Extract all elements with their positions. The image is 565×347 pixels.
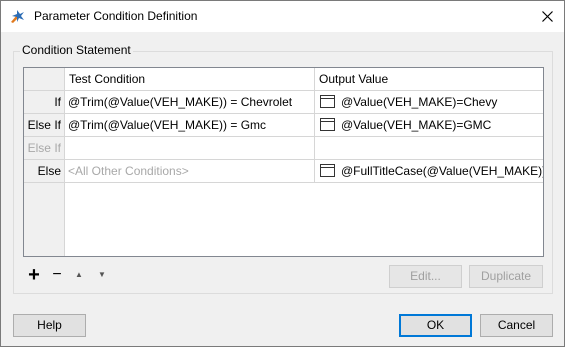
parameter-condition-dialog: Parameter Condition Definition Condition… <box>0 0 565 347</box>
row-label-else-if-new: Else If <box>24 137 64 160</box>
output-value-header[interactable]: Output Value <box>315 68 543 91</box>
value-editor-icon[interactable] <box>320 118 335 132</box>
cancel-button[interactable]: Cancel <box>480 314 553 337</box>
test-condition-cell[interactable]: @Trim(@Value(VEH_MAKE)) = Chevrolet <box>65 91 315 114</box>
output-value-cell[interactable]: @FullTitleCase(@Value(VEH_MAKE)) <box>315 160 543 183</box>
help-button[interactable]: Help <box>13 314 86 337</box>
condition-grid[interactable]: Test Condition Output Value If @Trim(@Va… <box>23 67 544 257</box>
test-condition-cell[interactable]: @Trim(@Value(VEH_MAKE)) = Gmc <box>65 114 315 137</box>
output-value-cell-empty[interactable] <box>315 137 543 160</box>
close-icon <box>541 11 553 22</box>
duplicate-button[interactable]: Duplicate <box>469 265 543 288</box>
fme-app-icon <box>9 8 26 25</box>
output-value-text: @FullTitleCase(@Value(VEH_MAKE)) <box>341 164 543 178</box>
test-condition-cell-empty[interactable] <box>65 137 315 160</box>
group-label: Condition Statement <box>20 43 133 57</box>
all-other-conditions-cell: <All Other Conditions> <box>65 160 315 183</box>
output-value-text: @Value(VEH_MAKE)=Chevy <box>341 95 498 109</box>
row-label-else: Else <box>24 160 64 183</box>
edit-button[interactable]: Edit... <box>389 265 462 288</box>
value-editor-icon[interactable] <box>320 164 335 178</box>
output-value-text: @Value(VEH_MAKE)=GMC <box>341 118 492 132</box>
move-up-button[interactable]: ▲ <box>69 265 89 285</box>
add-row-button[interactable]: + <box>24 265 44 285</box>
move-down-button[interactable]: ▼ <box>92 265 112 285</box>
remove-row-button[interactable]: − <box>47 265 67 285</box>
close-button[interactable] <box>530 1 564 32</box>
value-editor-icon[interactable] <box>320 95 335 109</box>
row-label-else-if: Else If <box>24 114 64 137</box>
test-condition-header[interactable]: Test Condition <box>65 68 315 91</box>
title-bar: Parameter Condition Definition <box>1 1 564 32</box>
corner-header <box>24 68 65 91</box>
output-value-cell[interactable]: @Value(VEH_MAKE)=GMC <box>315 114 543 137</box>
row-label-if: If <box>24 91 64 114</box>
ok-button[interactable]: OK <box>399 314 472 337</box>
window-title: Parameter Condition Definition <box>34 9 198 23</box>
output-value-cell[interactable]: @Value(VEH_MAKE)=Chevy <box>315 91 543 114</box>
